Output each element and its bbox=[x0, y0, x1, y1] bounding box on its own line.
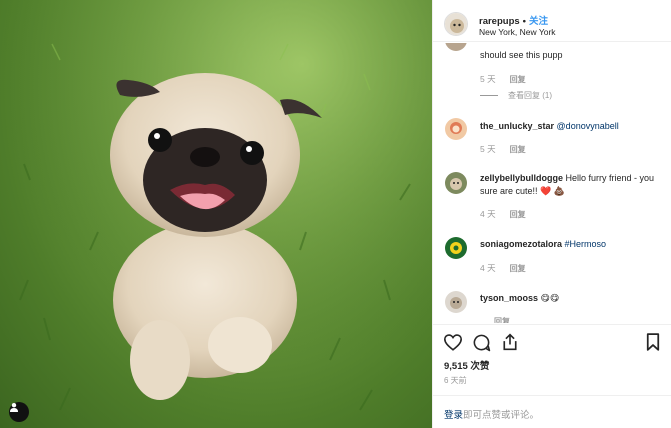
commenter-avatar[interactable] bbox=[445, 118, 467, 140]
reply-button[interactable]: 回复 bbox=[510, 210, 526, 219]
comment-username[interactable]: the_unlucky_star bbox=[480, 121, 554, 131]
commenter-avatar[interactable] bbox=[445, 291, 467, 313]
post-photo[interactable] bbox=[0, 0, 432, 428]
comment-hashtag[interactable]: #Hermoso bbox=[565, 239, 607, 249]
comment-age: 4 天 bbox=[480, 209, 496, 219]
comment-age: 4 天 bbox=[480, 263, 496, 273]
comment-meta: 回复 bbox=[480, 316, 524, 323]
login-text: 登录即可点赞或评论。 bbox=[444, 407, 539, 421]
view-replies-button[interactable]: 查看回复 (1) bbox=[480, 90, 552, 101]
post-side-panel: rarepups • 关注 New York, New York should se… bbox=[432, 0, 671, 428]
header-separator: • bbox=[522, 16, 526, 27]
comment-mention[interactable]: @donovynabell bbox=[557, 121, 619, 131]
post-location[interactable]: New York, New York bbox=[479, 27, 556, 37]
bookmark-icon[interactable] bbox=[646, 333, 660, 356]
comment-text: tyson_mooss 😋😋 bbox=[480, 292, 660, 305]
post-timestamp: 6 天前 bbox=[444, 376, 467, 385]
comment-meta: 4 天 回复 bbox=[480, 208, 540, 220]
comment-meta: 5 天 回复 bbox=[480, 73, 540, 85]
reply-button[interactable]: 回复 bbox=[494, 317, 510, 323]
login-rest: 即可点赞或评论。 bbox=[463, 410, 540, 421]
author-username[interactable]: rarepups bbox=[479, 16, 520, 27]
author-line: rarepups • 关注 bbox=[479, 13, 548, 27]
comment-meta: 4 天 回复 bbox=[480, 262, 540, 274]
comment-text: zellybellybulldogge Hello furry friend -… bbox=[480, 172, 660, 198]
comment-username[interactable]: soniagomezotalora bbox=[480, 239, 562, 249]
comment-icon[interactable] bbox=[472, 333, 491, 357]
comment-text: soniagomezotalora #Hermoso bbox=[480, 238, 660, 251]
post-actions: 9,515 次赞 6 天前 登录即可点赞或评论。 bbox=[433, 324, 671, 428]
login-prompt: 登录即可点赞或评论。 bbox=[433, 395, 671, 428]
view-replies-line bbox=[480, 95, 498, 97]
comment-username[interactable]: zellybellybulldogge bbox=[480, 173, 563, 183]
post-viewer: rarepups • 关注 New York, New York should se… bbox=[0, 0, 671, 428]
login-link[interactable]: 登录 bbox=[444, 410, 463, 421]
post-header: rarepups • 关注 New York, New York bbox=[433, 0, 671, 42]
comment-body: 😋😋 bbox=[540, 293, 560, 303]
comment-text: the_unlucky_star @donovynabell bbox=[480, 120, 660, 133]
comment-username[interactable]: tyson_mooss bbox=[480, 293, 538, 303]
tagged-user-icon[interactable] bbox=[9, 402, 29, 422]
commenter-avatar[interactable] bbox=[445, 43, 467, 51]
author-avatar[interactable] bbox=[444, 12, 468, 36]
comment-age: 5 天 bbox=[480, 74, 496, 84]
reply-button[interactable]: 回复 bbox=[510, 264, 526, 273]
reply-button[interactable]: 回复 bbox=[510, 145, 526, 154]
comment-meta: 5 天 回复 bbox=[480, 143, 540, 155]
follow-button[interactable]: 关注 bbox=[529, 16, 548, 27]
likes-count[interactable]: 9,515 次赞 bbox=[444, 358, 489, 372]
reply-button[interactable]: 回复 bbox=[510, 75, 526, 84]
heart-icon[interactable] bbox=[443, 333, 463, 356]
comment-text: should see this pupp bbox=[480, 50, 563, 60]
view-replies-label: 查看回复 (1) bbox=[508, 91, 552, 100]
commenter-avatar[interactable] bbox=[445, 237, 467, 259]
comment-age: 5 天 bbox=[480, 144, 496, 154]
commenter-avatar[interactable] bbox=[445, 172, 467, 194]
share-icon[interactable] bbox=[501, 332, 519, 357]
comments-list[interactable]: should see this pupp 5 天回复 查看回复 (1) the_… bbox=[433, 43, 671, 323]
pug-photo-illustration bbox=[0, 0, 432, 428]
